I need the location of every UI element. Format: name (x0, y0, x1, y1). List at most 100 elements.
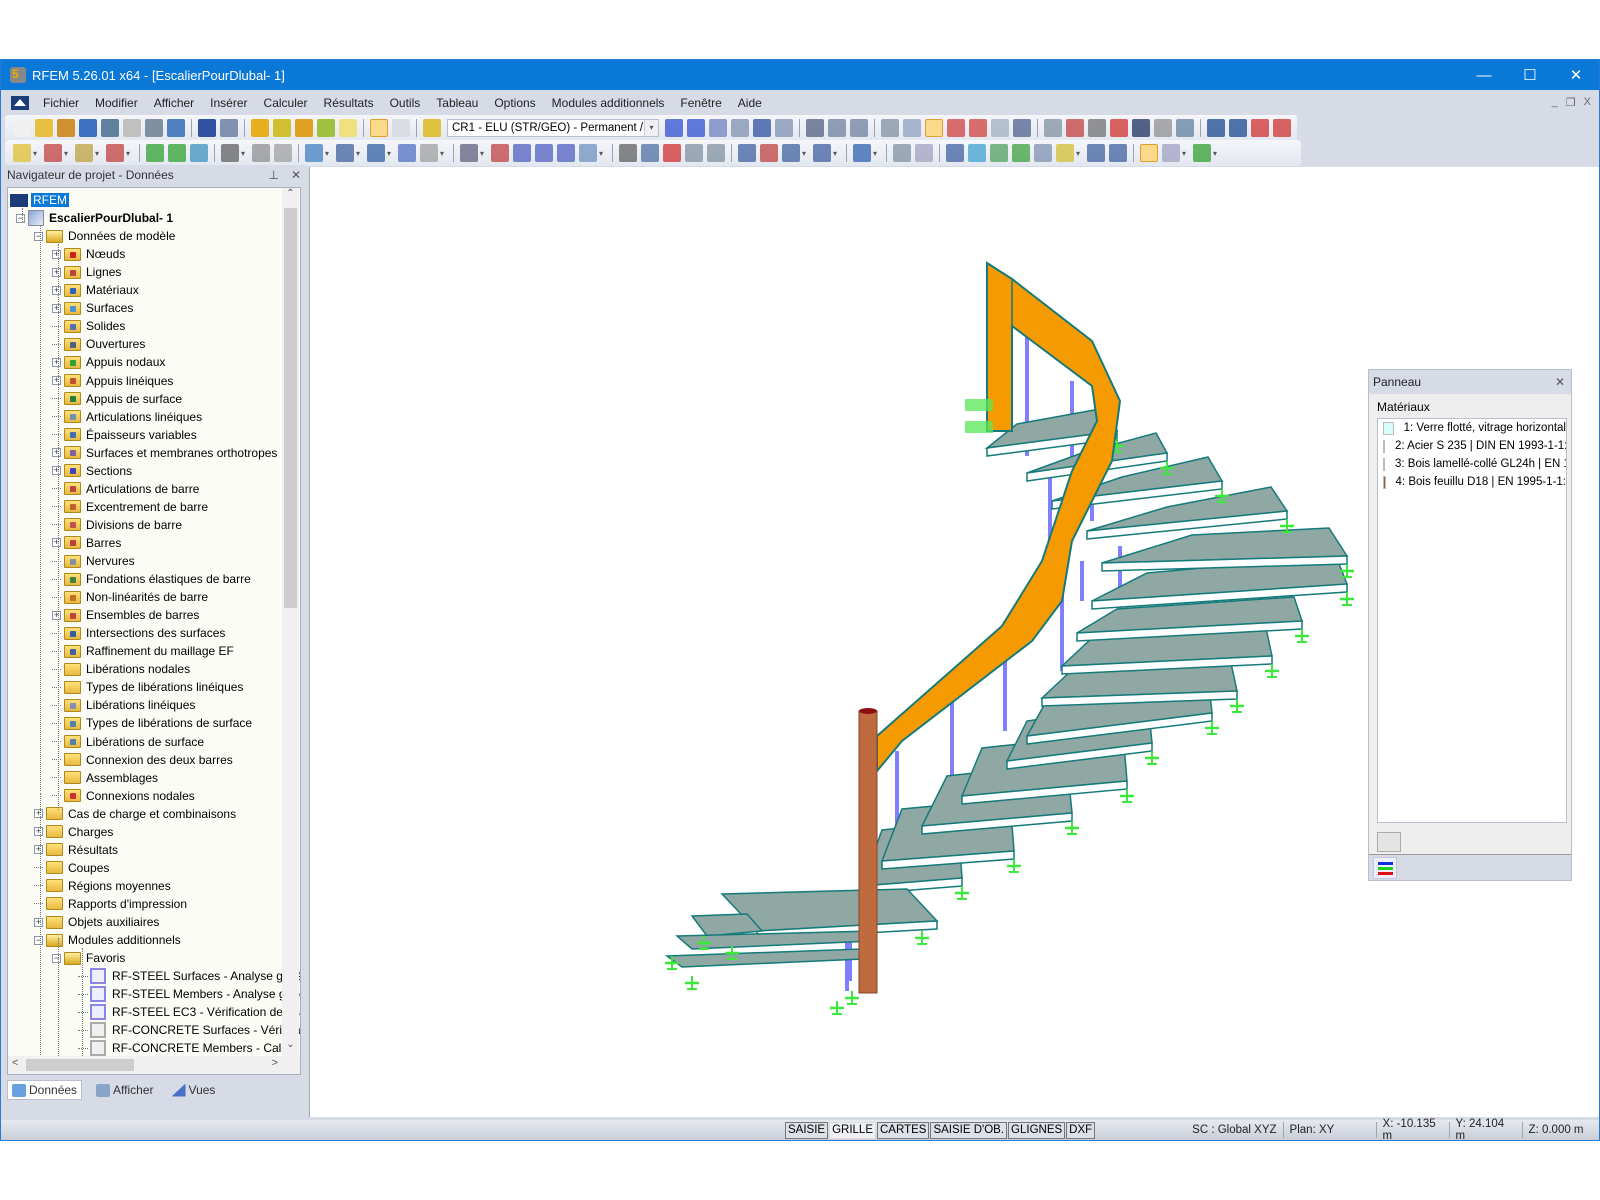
new-file-icon[interactable] (13, 119, 31, 137)
tree-item-19[interactable]: Non-linéarités de barre (52, 588, 208, 606)
tree-root-rfem[interactable]: RFEM (10, 191, 69, 209)
tree-item-18[interactable]: Fondations élastiques de barre (52, 570, 251, 588)
tree-item-12[interactable]: + Sections (52, 462, 132, 480)
tree-item-15[interactable]: Divisions de barre (52, 516, 182, 534)
table-results-icon[interactable] (828, 119, 846, 137)
vertical-scrollbar[interactable]: ⌃ ⌄ (282, 188, 299, 1056)
tree-item-23[interactable]: Libérations nodales (52, 660, 190, 678)
tree-addons[interactable]: − Modules additionnels (34, 931, 181, 949)
mirror-icon[interactable] (1088, 119, 1106, 137)
tree-item-24[interactable]: Types de libérations linéiques (52, 678, 243, 696)
box2-icon[interactable] (420, 144, 438, 162)
tree-item-11[interactable]: + Surfaces et membranes orthotropes (52, 444, 277, 462)
dropdown-arrow-icon[interactable]: ▾ (1076, 149, 1083, 158)
tree-item-17[interactable]: Nervures (52, 552, 135, 570)
status-toggle-glignes[interactable]: GLIGNES (1008, 1121, 1066, 1139)
new-model-icon[interactable] (251, 119, 269, 137)
menu-modifier[interactable]: Modifier (87, 96, 146, 110)
info-icon[interactable] (1132, 119, 1150, 137)
zoom-icon[interactable] (273, 119, 291, 137)
tree-favorites[interactable]: − Favoris (52, 949, 125, 967)
tree-item-21[interactable]: Intersections des surfaces (52, 624, 225, 642)
horizontal-scrollbar[interactable]: < > (8, 1056, 300, 1074)
tab-donnees[interactable]: Données (7, 1080, 83, 1100)
color-scale-tab-icon[interactable] (1373, 857, 1397, 879)
delete-icon[interactable] (1110, 119, 1128, 137)
zoom-delete-icon[interactable] (663, 144, 681, 162)
render-icon[interactable] (853, 144, 871, 162)
scroll-up-icon[interactable]: ⌃ (282, 188, 299, 205)
node-link-icon[interactable] (1044, 119, 1062, 137)
coordinate-icon[interactable] (252, 144, 270, 162)
dropdown-arrow-icon[interactable]: ▾ (356, 149, 363, 158)
mdi-restore-button[interactable]: ❐ (1566, 96, 1576, 109)
tree-item-20[interactable]: + Ensembles de barres (52, 606, 199, 624)
expand-icon[interactable]: + (52, 267, 61, 277)
tab-vues[interactable]: Vues (168, 1081, 220, 1099)
new-member-icon[interactable] (75, 144, 93, 162)
scroll-thumb[interactable] (284, 208, 297, 608)
expand-icon[interactable]: + (34, 917, 43, 927)
view-x-axis-icon[interactable] (738, 144, 756, 162)
status-toggle-saisiedob[interactable]: SAISIE D'OB. (930, 1121, 1008, 1139)
line-tool-icon[interactable] (893, 144, 911, 162)
tree-item-27[interactable]: Libérations de surface (52, 733, 204, 751)
dropdown-arrow-icon[interactable]: ▾ (64, 149, 71, 158)
tree-top-item-4[interactable]: Régions moyennes (34, 877, 171, 895)
menu-inserer[interactable]: Insérer (202, 96, 255, 110)
open-file-icon[interactable] (35, 119, 53, 137)
expand-icon[interactable]: + (52, 538, 61, 548)
save-icon[interactable] (101, 119, 119, 137)
mdi-close-button[interactable]: X (1584, 96, 1591, 109)
export-1-icon[interactable] (1207, 119, 1225, 137)
menu-fichier[interactable]: Fichier (35, 96, 87, 110)
guide-icon[interactable] (274, 144, 292, 162)
tree-item-2[interactable]: + Matériaux (52, 281, 139, 299)
comment-icon[interactable] (915, 144, 933, 162)
status-toggle-dxf[interactable]: DXF (1066, 1121, 1096, 1139)
menu-aide[interactable]: Aide (730, 96, 770, 110)
new-surface-icon[interactable] (106, 144, 124, 162)
tree-top-item-6[interactable]: + Objets auxiliaires (34, 913, 159, 931)
table-results2-icon[interactable] (850, 119, 868, 137)
tree-top-item-2[interactable]: + Résultats (34, 841, 118, 859)
table-icon[interactable] (392, 119, 410, 137)
show-results-icon[interactable] (753, 119, 771, 137)
minimize-button[interactable]: — (1461, 60, 1507, 90)
dropdown-arrow-icon[interactable]: ▾ (440, 149, 447, 158)
results-icon[interactable] (709, 119, 727, 137)
solid-icon[interactable] (367, 144, 385, 162)
collapse-icon[interactable]: − (34, 935, 43, 945)
node-load-icon[interactable] (491, 144, 509, 162)
line-result-icon[interactable] (1034, 144, 1052, 162)
new-line-icon[interactable] (44, 144, 62, 162)
grid-icon[interactable] (903, 119, 921, 137)
scroll-down-icon[interactable]: ⌄ (282, 1039, 299, 1056)
print-icon[interactable] (145, 119, 163, 137)
dimension-icon[interactable] (221, 144, 239, 162)
menu-calculer[interactable]: Calculer (256, 96, 316, 110)
dropdown-arrow-icon[interactable]: ▾ (241, 149, 248, 158)
mdi-minimize-button[interactable]: _ (1552, 96, 1558, 109)
tree-item-25[interactable]: Libérations linéiques (52, 696, 195, 714)
perspective-icon[interactable] (707, 144, 725, 162)
tree-item-7[interactable]: + Appuis linéiques (52, 372, 173, 390)
animation-icon[interactable] (806, 119, 824, 137)
expand-icon[interactable]: + (52, 610, 61, 620)
diagram-icon[interactable] (1087, 144, 1105, 162)
load-combination-select[interactable]: CR1 - ELU (STR/GEO) - Permanent / trar ▾ (447, 119, 659, 137)
select-icon[interactable] (305, 144, 323, 162)
panel-export-button[interactable] (1377, 832, 1401, 852)
tree-module-0[interactable]: RF-STEEL Surfaces - Analyse généi (78, 967, 300, 985)
expand-icon[interactable]: + (34, 845, 43, 855)
view-y-axis-icon[interactable] (760, 144, 778, 162)
values-icon[interactable] (731, 119, 749, 137)
solid-result-icon[interactable] (990, 144, 1008, 162)
tree-item-28[interactable]: Connexion des deux barres (52, 751, 233, 769)
collapse-icon[interactable]: − (52, 953, 61, 963)
table-load3-icon[interactable] (557, 144, 575, 162)
tree-model-data[interactable]: − Données de modèle (34, 227, 175, 245)
tree-item-26[interactable]: Types de libérations de surface (52, 714, 252, 732)
export-4-icon[interactable] (1273, 119, 1291, 137)
scroll-right-icon[interactable]: > (272, 1057, 278, 1069)
